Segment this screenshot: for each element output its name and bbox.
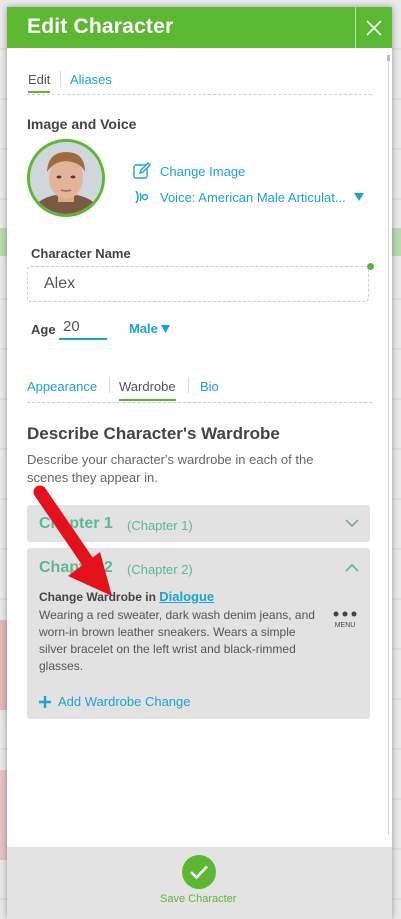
- tab-divider: [188, 377, 189, 393]
- add-wardrobe-change-label: Add Wardrobe Change: [58, 694, 191, 709]
- save-character-label[interactable]: Save Character: [160, 893, 236, 905]
- voice-row[interactable]: Voice: American Male Articulat...: [132, 188, 364, 206]
- chapter-subtitle: (Chapter 2): [127, 562, 193, 577]
- tab-appearance[interactable]: Appearance: [27, 379, 97, 394]
- character-name-field[interactable]: Alex: [27, 266, 369, 302]
- age-label: Age: [31, 322, 56, 337]
- tab-divider: [109, 377, 110, 393]
- modal-header: Edit Character: [7, 7, 392, 48]
- dialogue-link[interactable]: Dialogue: [159, 589, 214, 604]
- menu-label: MENU: [334, 622, 356, 629]
- chevron-down-icon[interactable]: [345, 519, 359, 528]
- plus-icon: [39, 695, 51, 708]
- checkmark-icon: [190, 865, 208, 879]
- tab-divider: [60, 71, 61, 87]
- modal-content: Edit Aliases Image and Voice Change Imag…: [27, 48, 374, 719]
- chevron-up-icon[interactable]: [345, 563, 359, 572]
- change-wardrobe-heading: Change Wardrobe in Dialogue: [39, 589, 214, 604]
- change-wardrobe-prefix: Change Wardrobe in: [39, 590, 156, 604]
- character-portrait: [30, 142, 102, 214]
- scrollbar[interactable]: [388, 55, 389, 835]
- wardrobe-heading: Describe Character's Wardrobe: [27, 424, 280, 443]
- close-button[interactable]: [355, 7, 392, 48]
- image-voice-heading: Image and Voice: [27, 116, 137, 132]
- add-wardrobe-change-button[interactable]: Add Wardrobe Change: [39, 694, 191, 709]
- menu-button[interactable]: MENU: [330, 604, 360, 629]
- chapter-title[interactable]: Chapter 2: [39, 559, 113, 577]
- tab-aliases[interactable]: Aliases: [70, 72, 112, 87]
- character-name-label: Character Name: [31, 246, 131, 261]
- scrollbar-thumb[interactable]: [387, 55, 390, 61]
- gender-select[interactable]: Male: [129, 321, 170, 336]
- age-input[interactable]: 20: [59, 318, 107, 340]
- sub-tabs: Appearance Wardrobe Bio: [27, 374, 372, 403]
- wardrobe-description: Describe your character's wardrobe in ea…: [27, 452, 314, 485]
- caret-down-icon: [160, 324, 170, 333]
- dots-menu-icon: [333, 611, 357, 617]
- tab-edit[interactable]: Edit: [28, 72, 51, 93]
- voice-icon: [135, 190, 149, 204]
- gender-value: Male: [129, 321, 158, 336]
- tab-bio[interactable]: Bio: [200, 379, 219, 394]
- save-character-button[interactable]: [182, 855, 216, 889]
- top-tabs: Edit Aliases: [27, 48, 372, 95]
- pencil-icon: [133, 162, 151, 179]
- voice-select[interactable]: Voice: American Male Articulat...: [160, 190, 346, 205]
- caret-down-icon[interactable]: [353, 193, 364, 201]
- change-image-link[interactable]: Change Image: [160, 164, 245, 179]
- tab-wardrobe[interactable]: Wardrobe: [119, 379, 176, 401]
- character-name-value: Alex: [44, 275, 76, 292]
- avatar[interactable]: [27, 139, 105, 217]
- wardrobe-change-text: Wearing a red sweater, dark wash denim j…: [39, 608, 315, 673]
- modal-title: Edit Character: [27, 15, 174, 38]
- change-image-row[interactable]: Change Image: [132, 161, 245, 181]
- chapter-title: Chapter 1: [39, 515, 113, 532]
- close-icon: [366, 19, 382, 36]
- edit-character-modal: Edit Character Edit Aliases Image and Vo…: [7, 7, 392, 919]
- chapter-card-expanded: Chapter 2 (Chapter 2) Change Wardrobe in…: [27, 548, 370, 719]
- chapter-card[interactable]: Chapter 1 (Chapter 1): [27, 505, 370, 542]
- background-accent: [392, 228, 401, 256]
- chapter-subtitle: (Chapter 1): [127, 518, 193, 533]
